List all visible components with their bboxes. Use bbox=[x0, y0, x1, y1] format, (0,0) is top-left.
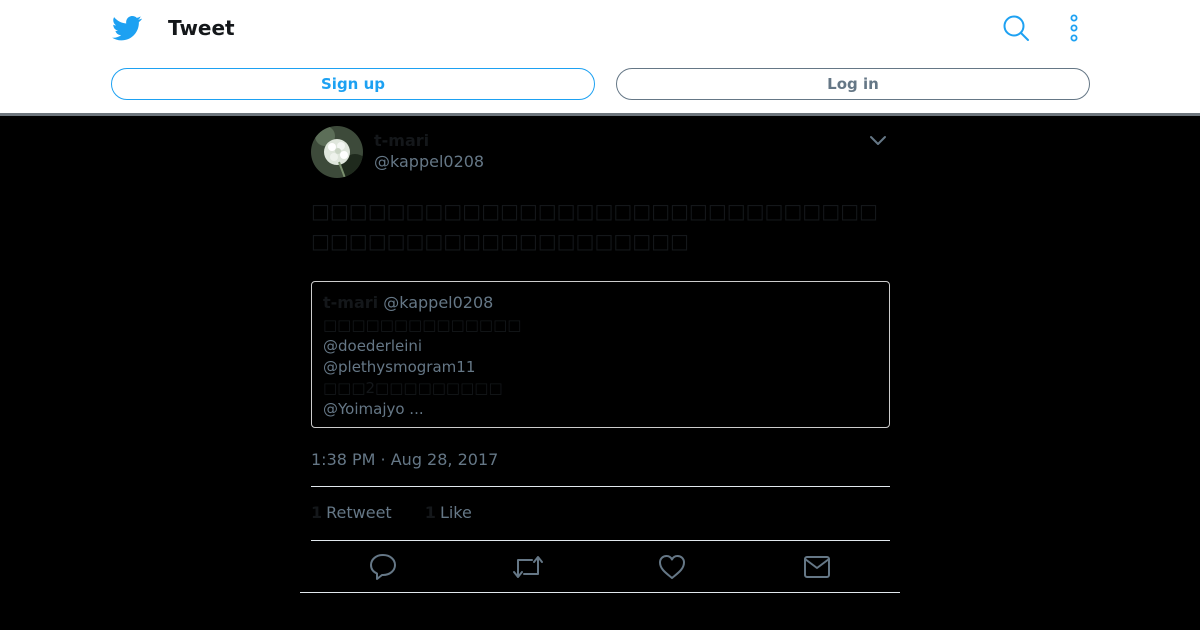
retweet-count: 1 bbox=[311, 503, 323, 522]
like-label: Like bbox=[439, 503, 472, 522]
quoted-author-name: t-mari bbox=[323, 293, 379, 312]
author-handle[interactable]: @kappel0208 bbox=[374, 152, 484, 171]
divider bbox=[311, 540, 890, 541]
tweet-timestamp[interactable]: 1:38 PM · Aug 28, 2017 bbox=[311, 450, 498, 470]
sign-up-button[interactable]: Sign up bbox=[111, 68, 595, 100]
tweet-text: □□□□□□□□□□□□□□□□□□□□□□□□□□□□□□□□□□□□□□□□… bbox=[311, 199, 878, 253]
like-count: 1 bbox=[424, 503, 436, 522]
divider bbox=[300, 592, 900, 593]
quoted-mention: @Yoimajyo ... bbox=[323, 400, 424, 418]
message-icon[interactable] bbox=[802, 552, 832, 582]
divider bbox=[311, 486, 890, 487]
quoted-mention: @doederleini bbox=[323, 337, 423, 355]
twitter-bird-icon[interactable] bbox=[112, 13, 142, 43]
quoted-text-line: □□□2□□□□□□□□□ bbox=[323, 379, 503, 397]
header-divider bbox=[0, 113, 1200, 116]
quoted-author-handle: @kappel0208 bbox=[383, 293, 494, 312]
quoted-mention: @plethysmogram11 bbox=[323, 358, 476, 376]
quoted-text-line: □□□□□□□□□□□□□□ bbox=[323, 316, 522, 334]
more-vertical-icon[interactable] bbox=[1062, 14, 1086, 42]
tweet-stats: 1 Retweet 1 Like bbox=[311, 503, 500, 523]
reply-icon[interactable] bbox=[368, 552, 398, 582]
search-icon[interactable] bbox=[1002, 14, 1030, 42]
quoted-tweet-card[interactable]: t-mari @kappel0208 □□□□□□□□□□□□□□ @doede… bbox=[311, 281, 890, 428]
like-icon[interactable] bbox=[657, 552, 687, 582]
quoted-tweet-header: t-mari @kappel0208 bbox=[323, 293, 493, 313]
author-name[interactable]: t-mari bbox=[374, 131, 429, 150]
like-stat[interactable]: 1 Like bbox=[425, 503, 472, 523]
avatar[interactable] bbox=[311, 126, 363, 178]
retweet-stat[interactable]: 1 Retweet bbox=[311, 503, 392, 523]
retweet-label: Retweet bbox=[326, 503, 392, 522]
log-in-button[interactable]: Log in bbox=[616, 68, 1090, 100]
retweet-icon[interactable] bbox=[512, 552, 543, 582]
chevron-down-icon[interactable] bbox=[868, 132, 888, 148]
page-title: Tweet bbox=[168, 16, 235, 40]
top-bar: Tweet Sign up Log in bbox=[0, 0, 1200, 113]
